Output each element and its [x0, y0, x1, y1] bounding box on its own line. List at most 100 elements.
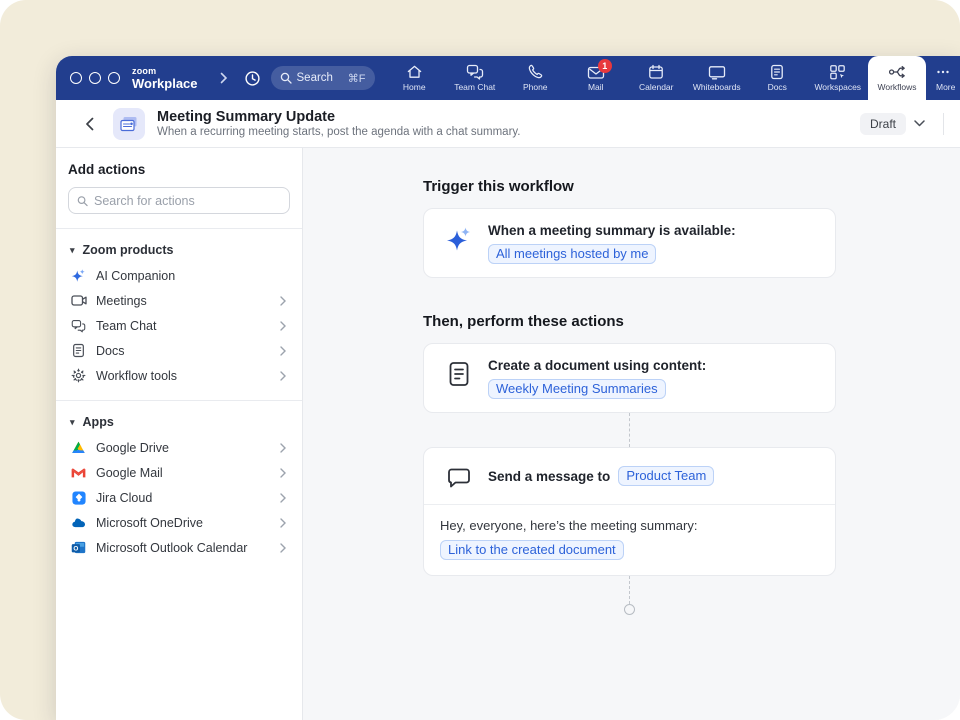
sidebar-item-jira-cloud[interactable]: Jira Cloud — [68, 485, 290, 510]
window-control-dot[interactable] — [70, 72, 82, 84]
search-icon — [280, 72, 292, 84]
actions-search-input[interactable] — [94, 194, 281, 208]
zoom-workplace-window: zoom Workplace Search ⌘F Home — [56, 56, 960, 720]
trigger-section-heading: Trigger this workflow — [423, 178, 960, 195]
trigger-scope-chip[interactable]: All meetings hosted by me — [488, 244, 656, 264]
onedrive-icon — [70, 514, 87, 531]
svg-text:O: O — [73, 545, 78, 552]
workflow-thumbnail-icon — [113, 108, 145, 140]
search-icon — [77, 195, 88, 207]
nav-docs[interactable]: Docs — [747, 56, 808, 100]
back-chevron-icon — [85, 117, 94, 131]
content-area: Meeting Summary Update When a recurring … — [56, 100, 960, 720]
send-message-card[interactable]: Send a message to Product Team Hey, ever… — [423, 447, 836, 576]
sidebar-item-google-drive[interactable]: Google Drive — [68, 435, 290, 460]
window-control-dot[interactable] — [108, 72, 120, 84]
add-step-node[interactable] — [624, 604, 635, 615]
nav-team-chat[interactable]: Team Chat — [445, 56, 506, 100]
search-shortcut: ⌘F — [348, 72, 366, 85]
workflow-header: Meeting Summary Update When a recurring … — [56, 100, 960, 148]
workspaces-icon — [829, 64, 846, 80]
document-content-chip[interactable]: Weekly Meeting Summaries — [488, 379, 666, 399]
header-right-actions: Draft — [860, 113, 944, 135]
collapse-chevron-icon[interactable] — [220, 72, 228, 84]
whiteboards-icon — [708, 65, 726, 80]
sidebar-item-ai-companion[interactable]: AI Companion — [68, 263, 290, 288]
chevron-right-icon — [280, 346, 286, 356]
message-body-text: Hey, everyone, here’s the meeting summar… — [440, 518, 819, 533]
document-icon — [446, 361, 472, 387]
google-drive-icon — [70, 439, 87, 456]
chat-bubble-icon — [446, 465, 472, 491]
home-icon — [406, 64, 423, 80]
desktop-background: zoom Workplace Search ⌘F Home — [0, 0, 960, 720]
workflows-icon — [888, 64, 906, 80]
actions-search-field[interactable] — [68, 187, 290, 214]
window-control-dot[interactable] — [89, 72, 101, 84]
top-nav-items: Home Team Chat Phone 1 Mail Calend — [384, 56, 960, 100]
jira-icon — [70, 489, 87, 506]
section-header-zoom-products[interactable]: ▾ Zoom products — [68, 241, 290, 263]
status-badge[interactable]: Draft — [860, 113, 906, 135]
section-header-apps[interactable]: ▾ Apps — [68, 413, 290, 435]
sidebar-title: Add actions — [68, 162, 290, 177]
logo-zoom-text: zoom — [132, 67, 198, 76]
workflow-subtitle: When a recurring meeting starts, post th… — [157, 126, 521, 138]
status-chevron-down-icon[interactable] — [914, 120, 925, 127]
ai-sparkle-icon — [446, 226, 472, 252]
chevron-right-icon — [280, 371, 286, 381]
calendar-icon — [648, 64, 664, 80]
header-divider — [943, 113, 944, 135]
back-button[interactable] — [78, 113, 100, 135]
history-icon[interactable] — [244, 70, 261, 87]
nav-calendar[interactable]: Calendar — [626, 56, 687, 100]
nav-mail[interactable]: 1 Mail — [566, 56, 627, 100]
chevron-right-icon — [280, 468, 286, 478]
chat-bubbles-icon — [70, 317, 87, 334]
connector-dashed-line — [629, 413, 630, 447]
sidebar-item-docs[interactable]: Docs — [68, 338, 290, 363]
nav-workflows[interactable]: Workflows — [868, 56, 926, 100]
nav-whiteboards[interactable]: Whiteboards — [687, 56, 748, 100]
nav-home[interactable]: Home — [384, 56, 445, 100]
nav-more[interactable]: More — [926, 56, 960, 100]
trigger-card[interactable]: When a meeting summary is available: All… — [423, 208, 836, 278]
nav-workspaces[interactable]: Workspaces — [808, 56, 869, 100]
team-chat-icon — [466, 64, 484, 80]
more-icon — [936, 64, 950, 80]
logo-workplace-text: Workplace — [132, 77, 198, 90]
ai-sparkle-icon — [70, 267, 87, 284]
sidebar-item-meetings[interactable]: Meetings — [68, 288, 290, 313]
sidebar-item-microsoft-outlook-calendar[interactable]: O Microsoft Outlook Calendar — [68, 535, 290, 560]
collapse-triangle-icon: ▾ — [70, 245, 75, 256]
trigger-card-title: When a meeting summary is available: — [488, 223, 736, 238]
document-link-chip[interactable]: Link to the created document — [440, 540, 624, 560]
section-zoom-products: ▾ Zoom products AI Companion — [56, 229, 302, 390]
connector-dashed-line — [629, 576, 630, 604]
create-document-card[interactable]: Create a document using content: Weekly … — [423, 343, 836, 413]
gmail-icon — [70, 464, 87, 481]
sidebar-item-google-mail[interactable]: Google Mail — [68, 460, 290, 485]
workflow-title-block: Meeting Summary Update When a recurring … — [157, 109, 521, 138]
recipient-chip[interactable]: Product Team — [618, 466, 714, 486]
global-search-input[interactable]: Search ⌘F — [271, 66, 375, 90]
chevron-right-icon — [280, 543, 286, 553]
mail-unread-badge: 1 — [598, 59, 612, 73]
zoom-workplace-logo: zoom Workplace — [132, 67, 198, 90]
sidebar-item-microsoft-onedrive[interactable]: Microsoft OneDrive — [68, 510, 290, 535]
send-message-title: Send a message to — [488, 469, 610, 484]
workflow-canvas: Trigger this workflow When a meeting sum… — [303, 148, 960, 720]
video-icon — [70, 292, 87, 309]
chevron-right-icon — [280, 296, 286, 306]
sidebar-item-workflow-tools[interactable]: Workflow tools — [68, 363, 290, 388]
collapse-triangle-icon: ▾ — [70, 417, 75, 428]
actions-sidebar: Add actions ▾ Zoom products — [56, 148, 303, 720]
docs-icon — [770, 64, 784, 80]
top-navigation-bar: zoom Workplace Search ⌘F Home — [56, 56, 960, 100]
nav-phone[interactable]: Phone — [505, 56, 566, 100]
chevron-right-icon — [280, 518, 286, 528]
workflow-title: Meeting Summary Update — [157, 109, 521, 125]
actions-section-heading: Then, perform these actions — [423, 313, 960, 330]
sidebar-item-team-chat[interactable]: Team Chat — [68, 313, 290, 338]
section-apps: ▾ Apps Google Drive — [56, 401, 302, 562]
